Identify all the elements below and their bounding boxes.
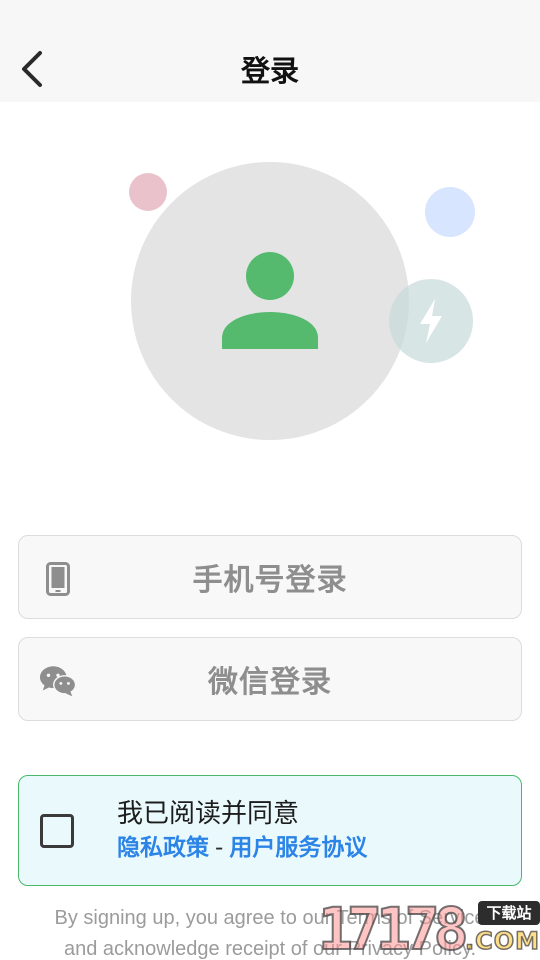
user-icon [222,252,318,349]
watermark-suffix: .COM [464,926,540,956]
agreement-panel: 我已阅读并同意 隐私政策 - 用户服务协议 [18,775,522,886]
page-title: 登录 [240,54,299,88]
flash-badge [389,279,473,363]
agreement-checkbox[interactable] [40,814,74,848]
decorative-dot-blue [425,187,475,237]
privacy-policy-link[interactable]: 隐私政策 [117,835,209,861]
flash-icon [420,299,442,343]
phone-login-label: 手机号登录 [192,563,348,598]
watermark-badge: 下载站 [478,901,540,925]
agreement-links: 隐私政策 - 用户服务协议 [117,832,367,864]
agreement-text: 我已阅读并同意 [117,799,300,829]
wechat-login-button[interactable]: 微信登录 [18,637,522,721]
wechat-login-label: 微信登录 [208,665,332,700]
watermark: 17178 下载站 .COM [317,895,540,960]
decorative-dot-pink [129,173,167,211]
service-agreement-link[interactable]: 用户服务协议 [229,835,367,861]
phone-login-button[interactable]: 手机号登录 [18,535,522,619]
top-bar: 登录 [0,0,540,102]
hero-illustration [0,102,540,502]
link-separator: - [215,835,224,861]
watermark-number: 17178 [317,895,470,960]
